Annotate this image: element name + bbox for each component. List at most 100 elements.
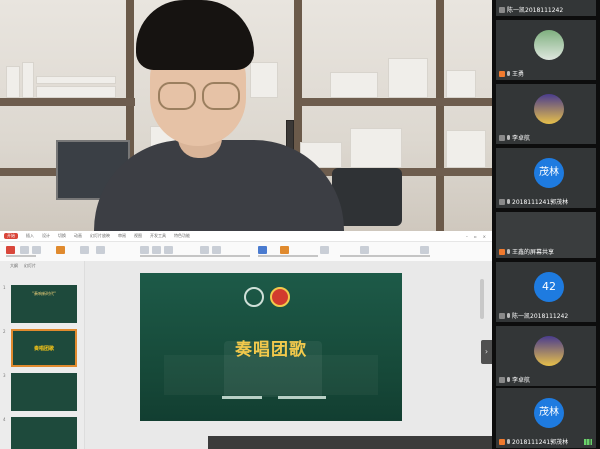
participant-tile[interactable]: 李卓航 [496,84,596,144]
ribbon-caption [258,255,318,257]
new-slide-icon[interactable] [56,246,65,254]
mic-icon [507,249,510,254]
avatar [534,94,564,124]
book [446,130,486,168]
participant-label: 陈一凯2018111242 [499,5,563,14]
current-slide[interactable]: 奏唱团歌 [140,273,402,421]
sweater [94,140,344,231]
panel-tabs: 大纲 幻灯片 [0,261,84,271]
collapse-panel-icon[interactable]: › [481,340,492,364]
ribbon-tab-bar: 开始 插入 设计 切换 动画 幻灯片放映 审阅 视图 开发工具 特色功能 – ▫… [0,231,492,242]
slide-thumbnail[interactable] [11,417,77,449]
minimize-icon[interactable]: – [466,234,468,239]
signal-strength-icon [584,439,592,445]
avatar: 42 [534,272,564,302]
webcam-video [0,0,492,231]
participant-tile[interactable]: 李卓航 [496,326,596,386]
arrange-icon[interactable] [320,246,329,254]
user-icon [499,438,505,445]
book [388,58,428,98]
avatar: 茂林 [534,158,564,188]
tab-view[interactable]: 视图 [134,233,142,239]
tab-insert[interactable]: 插入 [26,233,34,239]
youth-league-emblem-icon [270,287,290,307]
book [6,66,20,98]
mic-icon [507,313,510,318]
select-icon[interactable] [420,246,429,254]
textbox-icon[interactable] [258,246,267,254]
layout-icon[interactable] [80,246,89,254]
thumbnail-text: 奏唱团歌 [33,346,54,352]
close-icon[interactable]: × [483,234,486,239]
user-icon [499,248,505,255]
list-icon[interactable] [212,246,221,254]
mic-icon [507,439,510,444]
participant-label: 李卓航 [499,133,530,142]
tab-features[interactable]: 特色功能 [174,233,190,239]
tab-slideshow[interactable]: 幻灯片放映 [90,233,110,239]
avatar [534,336,564,366]
participant-tile[interactable]: 42 陈一凯2018111242 [496,262,596,322]
participant-label: 陈一凯2018111242 [499,311,568,320]
slide-thumbnail[interactable] [11,373,77,411]
user-icon [499,312,505,319]
participant-tile[interactable]: 王勇 [496,20,596,80]
user-icon [499,6,505,13]
user-icon [499,198,505,205]
screen-share-toolbar[interactable] [208,436,492,449]
screen-share-tile[interactable]: 王鑫的屏幕共享 [496,212,596,258]
participant-name: 陈一凯2018111242 [512,313,569,320]
participant-label: 王勇 [499,69,524,78]
tab-design[interactable]: 设计 [42,233,50,239]
glasses-lens [202,82,240,110]
cut-icon[interactable] [20,246,29,254]
participant-tile[interactable]: 陈一凯2018111242 [496,0,596,16]
ribbon-tabs: 开始 插入 设计 切换 动画 幻灯片放映 审阅 视图 开发工具 特色功能 [0,233,190,239]
participant-tile[interactable]: 茂林 2018111241郭茂林 [496,148,596,208]
tab-home[interactable]: 开始 [4,233,18,239]
paste-icon[interactable] [6,246,15,254]
italic-icon[interactable] [152,246,161,254]
tab-outline[interactable]: 大纲 [10,263,18,269]
tab-animation[interactable]: 动画 [74,233,82,239]
thumbnail-number: 3 [3,373,6,378]
footer-logo [222,396,262,399]
tab-slides[interactable]: 幻灯片 [24,263,36,269]
ribbon-toolbar [0,242,492,262]
avatar [534,30,564,60]
tab-transitions[interactable]: 切换 [58,233,66,239]
main-view: 开始 插入 设计 切换 动画 幻灯片放映 审阅 视图 开发工具 特色功能 – ▫… [0,0,492,449]
thumbnail-text: "奏响新时代" [32,291,56,296]
reset-icon[interactable] [96,246,105,254]
copy-icon[interactable] [32,246,41,254]
find-icon[interactable] [360,246,369,254]
tab-review[interactable]: 审阅 [118,233,126,239]
align-icon[interactable] [200,246,209,254]
vertical-scrollbar[interactable] [480,279,484,319]
underline-icon[interactable] [164,246,173,254]
participant-label: 2018111241郭茂林 [499,437,568,446]
mic-icon [507,199,510,204]
participant-name: 陈一凯2018111242 [507,7,564,14]
user-icon [499,134,505,141]
tab-developer[interactable]: 开发工具 [150,233,166,239]
shelf-post [436,0,444,231]
slide-title: 奏唱团歌 [235,340,307,360]
slide-editor: 奏唱团歌 [85,261,492,449]
bold-icon[interactable] [140,246,149,254]
participant-name: 李卓航 [512,135,531,142]
presentation-app: 开始 插入 设计 切换 动画 幻灯片放映 审阅 视图 开发工具 特色功能 – ▫… [0,231,492,449]
shape-icon[interactable] [280,246,289,254]
participant-label: 王鑫的屏幕共享 [499,247,554,256]
slide-thumbnail-panel: 大纲 幻灯片 1 "奏响新时代" 2 奏唱团歌 3 4 [0,261,85,449]
restore-icon[interactable]: ▫ [474,234,477,239]
participant-tile[interactable]: 茂林 2018111241郭茂林 [496,388,596,448]
slide-thumbnail-selected[interactable]: 奏唱团歌 [11,329,77,367]
slide-thumbnail[interactable]: "奏响新时代" [11,285,77,323]
mic-icon [507,377,510,382]
book [350,128,402,168]
glasses-lens [158,82,196,110]
thumbnail-number: 1 [3,285,6,290]
ribbon-caption [340,255,430,257]
participant-label: 李卓航 [499,375,530,384]
